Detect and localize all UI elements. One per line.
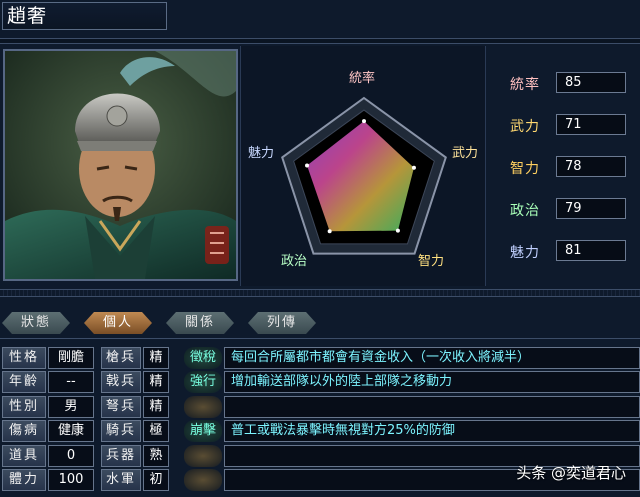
stat-value: 81 bbox=[556, 240, 626, 261]
personal-label: 傷病 bbox=[2, 420, 46, 442]
radar-label-mei: 魅力 bbox=[248, 146, 275, 161]
radar-point-wu bbox=[411, 165, 416, 170]
stat-label: 武力 bbox=[510, 119, 540, 135]
stat-row-zheng: 政治 79 bbox=[500, 198, 635, 220]
stat-value: 79 bbox=[556, 198, 626, 219]
troop-value: 精 bbox=[143, 396, 169, 418]
watermark: 头条 @奕道君心 bbox=[516, 464, 626, 482]
skill-description: 增加輸送部隊以外的陸上部隊之移動力 bbox=[224, 371, 640, 393]
stat-row-mei: 魅力 81 bbox=[500, 240, 635, 262]
stat-value: 78 bbox=[556, 156, 626, 177]
radar-point-tong bbox=[362, 119, 366, 124]
tab-divider bbox=[0, 338, 640, 342]
personal-value: 健康 bbox=[48, 420, 94, 442]
personal-value: -- bbox=[48, 371, 94, 393]
personal-label: 性格 bbox=[2, 347, 46, 369]
troop-value: 極 bbox=[143, 420, 169, 442]
portrait-image bbox=[5, 51, 236, 279]
troop-value: 熟 bbox=[143, 445, 169, 467]
skill-tag[interactable]: 崩擊 bbox=[184, 420, 222, 442]
skill-tag-empty bbox=[184, 469, 222, 491]
troop-value: 精 bbox=[143, 347, 169, 369]
skill-tag-empty bbox=[184, 396, 222, 418]
officer-portrait bbox=[3, 49, 238, 281]
troop-label: 兵器 bbox=[101, 445, 141, 467]
officer-name: 趙奢 bbox=[2, 2, 167, 30]
skill-tag[interactable]: 強行 bbox=[184, 371, 222, 393]
personal-label: 年齡 bbox=[2, 371, 46, 393]
personal-label: 性別 bbox=[2, 396, 46, 418]
radar-label-zhi: 智力 bbox=[418, 254, 445, 269]
troop-label: 戟兵 bbox=[101, 371, 141, 393]
stat-label: 統率 bbox=[510, 77, 540, 93]
stat-row-tong: 統率 85 bbox=[500, 72, 635, 94]
stat-value: 71 bbox=[556, 114, 626, 135]
radar-point-zheng bbox=[327, 229, 332, 234]
personal-value: 0 bbox=[48, 445, 94, 467]
stat-row-wu: 武力 71 bbox=[500, 114, 635, 136]
stat-value: 85 bbox=[556, 72, 626, 93]
skill-description bbox=[224, 396, 640, 418]
skill-description: 每回合所屬都市都會有資金收入（一次收入將減半） bbox=[224, 347, 640, 369]
troop-label: 水軍 bbox=[101, 469, 141, 491]
tab-personal[interactable]: 個人 bbox=[84, 312, 152, 334]
tab-relations[interactable]: 關係 bbox=[166, 312, 234, 334]
skill-description: 普工或戰法暴擊時無視對方25%的防御 bbox=[224, 420, 640, 442]
radar-label-zheng: 政治 bbox=[281, 254, 308, 269]
header-divider bbox=[0, 38, 640, 44]
personal-value: 男 bbox=[48, 396, 94, 418]
stat-row-zhi: 智力 78 bbox=[500, 156, 635, 178]
radar-point-mei bbox=[305, 163, 310, 168]
personal-value: 100 bbox=[48, 469, 94, 491]
radar-label-wu: 武力 bbox=[452, 146, 479, 161]
radar-label-tong: 統率 bbox=[349, 71, 376, 86]
troop-value: 精 bbox=[143, 371, 169, 393]
troop-value: 初 bbox=[143, 469, 169, 491]
skill-tag[interactable]: 徵稅 bbox=[184, 347, 222, 369]
stat-label: 智力 bbox=[510, 161, 540, 177]
stat-label: 政治 bbox=[510, 203, 540, 219]
stat-label: 魅力 bbox=[510, 245, 540, 261]
radar-point-zhi bbox=[395, 228, 400, 233]
section-divider bbox=[0, 289, 640, 297]
troop-label: 槍兵 bbox=[101, 347, 141, 369]
tab-biography[interactable]: 列傳 bbox=[248, 312, 316, 334]
personal-label: 道具 bbox=[2, 445, 46, 467]
attribute-radar-chart: 統率 武力 智力 政治 魅力 bbox=[240, 46, 486, 286]
tab-status[interactable]: 狀態 bbox=[2, 312, 70, 334]
personal-label: 體力 bbox=[2, 469, 46, 491]
attribute-stats-list: 統率 85 武力 71 智力 78 政治 79 魅力 81 bbox=[490, 46, 640, 286]
troop-label: 弩兵 bbox=[101, 396, 141, 418]
skill-tag-empty bbox=[184, 445, 222, 467]
personal-value: 剛膽 bbox=[48, 347, 94, 369]
troop-label: 騎兵 bbox=[101, 420, 141, 442]
